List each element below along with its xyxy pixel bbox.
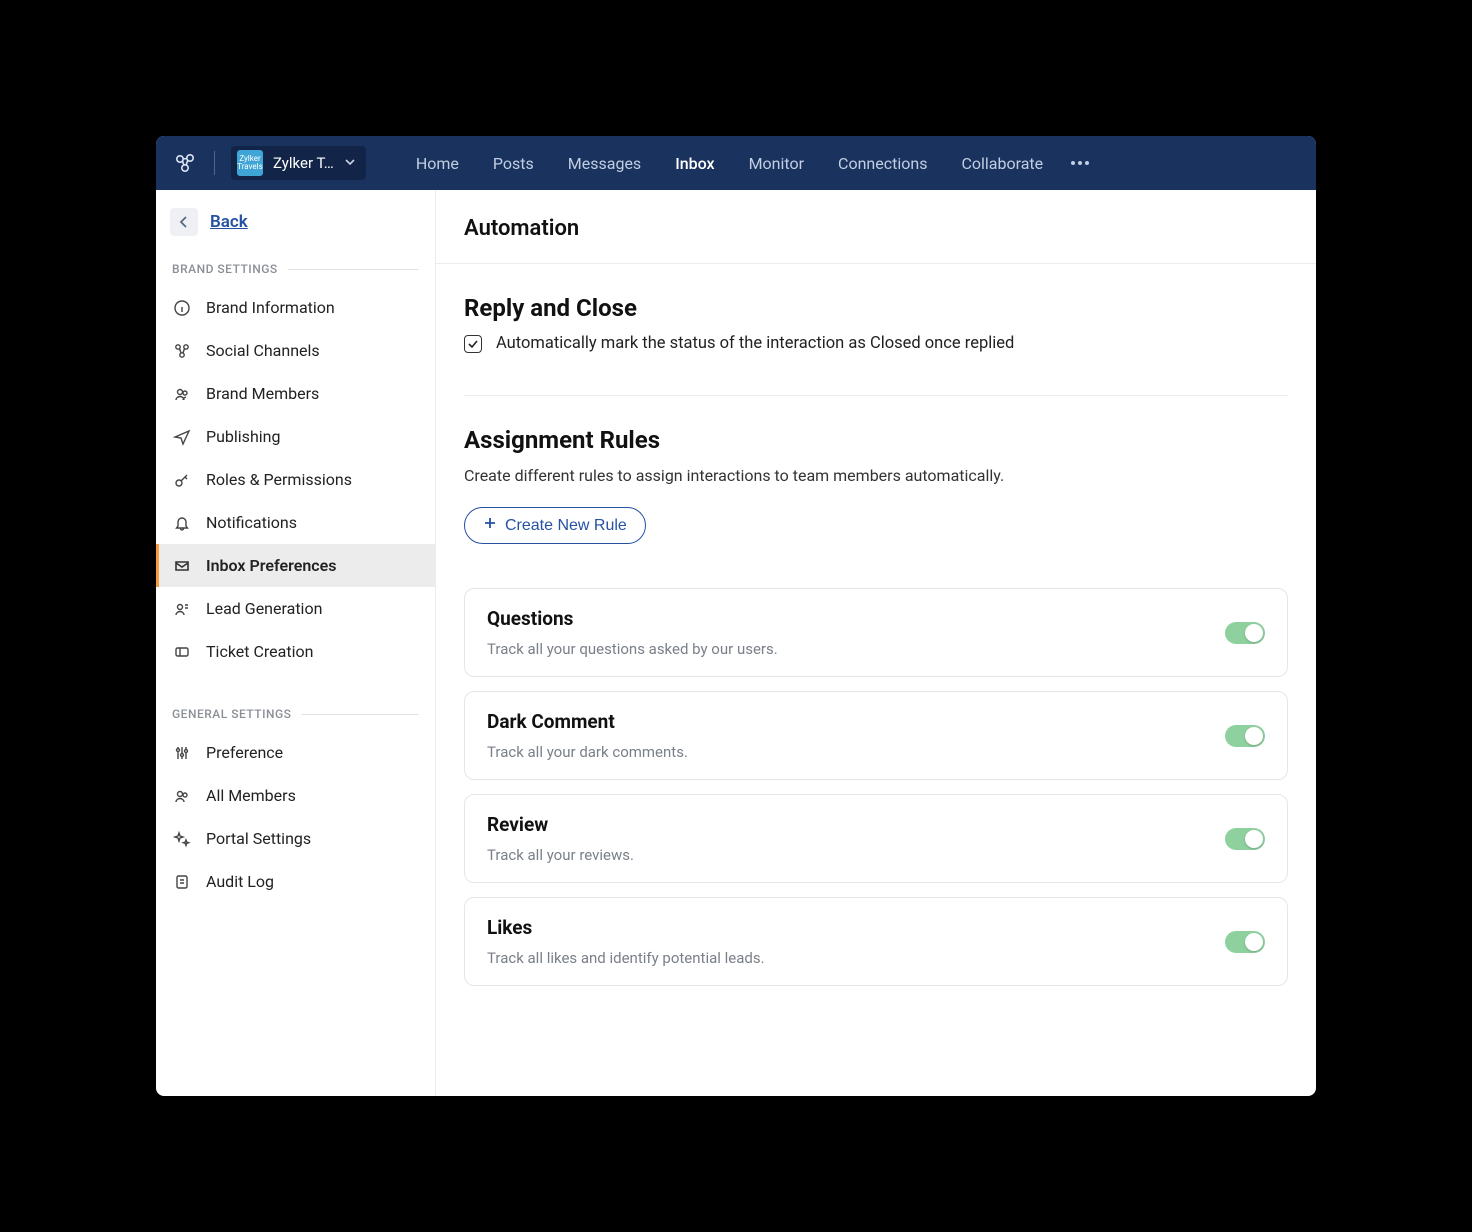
rule-title: Questions xyxy=(487,607,778,630)
reply-close-desc: Automatically mark the status of the int… xyxy=(496,334,1014,353)
rule-title: Dark Comment xyxy=(487,710,688,733)
sidebar-item-brand-members[interactable]: Brand Members xyxy=(156,372,435,415)
nav-messages[interactable]: Messages xyxy=(568,154,641,173)
rule-card-questions: Questions Track all your questions asked… xyxy=(464,588,1288,677)
log-icon xyxy=(172,873,192,891)
sidebar-item-label: Lead Generation xyxy=(206,599,322,618)
sidebar-item-all-members[interactable]: All Members xyxy=(156,774,435,817)
sidebar-item-label: Audit Log xyxy=(206,872,274,891)
send-icon xyxy=(172,428,192,446)
create-new-rule-label: Create New Rule xyxy=(505,517,627,535)
rule-title: Likes xyxy=(487,916,765,939)
topbar-divider xyxy=(214,151,215,175)
sidebar-item-label: Publishing xyxy=(206,427,280,446)
section-label-general: GENERAL SETTINGS xyxy=(156,695,435,731)
sidebar-item-ticket-creation[interactable]: Ticket Creation xyxy=(156,630,435,673)
sidebar-item-label: Roles & Permissions xyxy=(206,470,352,489)
nav-monitor[interactable]: Monitor xyxy=(749,154,804,173)
sidebar-item-label: Portal Settings xyxy=(206,829,311,848)
create-new-rule-button[interactable]: Create New Rule xyxy=(464,507,646,544)
more-icon[interactable] xyxy=(1071,161,1089,165)
nav-collaborate[interactable]: Collaborate xyxy=(961,154,1043,173)
sidebar-item-lead-generation[interactable]: Lead Generation xyxy=(156,587,435,630)
sidebar-item-brand-information[interactable]: Brand Information xyxy=(156,286,435,329)
members-icon xyxy=(172,385,192,403)
assignment-rules-section: Assignment Rules Create different rules … xyxy=(436,396,1316,574)
back-link[interactable]: Back xyxy=(210,212,248,232)
rule-toggle-questions[interactable] xyxy=(1225,622,1265,644)
sidebar-item-audit-log[interactable]: Audit Log xyxy=(156,860,435,903)
lead-icon xyxy=(172,600,192,618)
rule-toggle-review[interactable] xyxy=(1225,828,1265,850)
sliders-icon xyxy=(172,744,192,762)
brand-name: Zylker T… xyxy=(273,154,334,172)
sidebar: Back BRAND SETTINGS Brand Information So… xyxy=(156,190,436,1096)
rule-desc: Track all likes and identify potential l… xyxy=(487,949,765,967)
back-row: Back xyxy=(156,208,435,250)
sidebar-item-label: Ticket Creation xyxy=(206,642,313,661)
nav-home[interactable]: Home xyxy=(416,154,459,173)
nav-connections[interactable]: Connections xyxy=(838,154,927,173)
sidebar-item-label: Inbox Preferences xyxy=(206,556,336,575)
sidebar-item-label: All Members xyxy=(206,786,296,805)
channels-icon xyxy=(172,342,192,360)
plus-icon xyxy=(483,516,497,535)
main-nav: Home Posts Messages Inbox Monitor Connec… xyxy=(416,154,1043,173)
page-title: Automation xyxy=(436,190,1316,264)
app-frame: ZylkerTravels Zylker T… Home Posts Messa… xyxy=(156,136,1316,1096)
sidebar-item-inbox-preferences[interactable]: Inbox Preferences xyxy=(156,544,435,587)
rule-desc: Track all your reviews. xyxy=(487,846,634,864)
body: Back BRAND SETTINGS Brand Information So… xyxy=(156,190,1316,1096)
app-logo-icon xyxy=(172,150,198,176)
rule-card-dark-comment: Dark Comment Track all your dark comment… xyxy=(464,691,1288,780)
rule-card-review: Review Track all your reviews. xyxy=(464,794,1288,883)
sidebar-item-notifications[interactable]: Notifications xyxy=(156,501,435,544)
inbox-icon xyxy=(172,557,192,575)
rule-toggle-likes[interactable] xyxy=(1225,931,1265,953)
members-icon xyxy=(172,787,192,805)
nav-inbox[interactable]: Inbox xyxy=(675,154,714,173)
key-icon xyxy=(172,471,192,489)
sidebar-item-label: Social Channels xyxy=(206,341,320,360)
chevron-down-icon xyxy=(344,154,356,172)
back-arrow-icon[interactable] xyxy=(170,208,198,236)
ticket-icon xyxy=(172,643,192,661)
sidebar-item-label: Preference xyxy=(206,743,283,762)
sidebar-item-preference[interactable]: Preference xyxy=(156,731,435,774)
sidebar-item-label: Brand Information xyxy=(206,298,335,317)
sidebar-item-social-channels[interactable]: Social Channels xyxy=(156,329,435,372)
sidebar-item-portal-settings[interactable]: Portal Settings xyxy=(156,817,435,860)
assignment-rules-title: Assignment Rules xyxy=(464,426,1288,454)
sidebar-item-label: Brand Members xyxy=(206,384,319,403)
sidebar-item-label: Notifications xyxy=(206,513,297,532)
reply-close-title: Reply and Close xyxy=(464,294,1288,322)
sidebar-item-roles-permissions[interactable]: Roles & Permissions xyxy=(156,458,435,501)
sparkle-icon xyxy=(172,830,192,848)
info-icon xyxy=(172,299,192,317)
main-content: Automation Reply and Close Automatically… xyxy=(436,190,1316,1096)
sidebar-item-publishing[interactable]: Publishing xyxy=(156,415,435,458)
reply-close-section: Reply and Close Automatically mark the s… xyxy=(436,264,1316,363)
nav-posts[interactable]: Posts xyxy=(493,154,534,173)
topbar: ZylkerTravels Zylker T… Home Posts Messa… xyxy=(156,136,1316,190)
bell-icon xyxy=(172,514,192,532)
rule-toggle-dark-comment[interactable] xyxy=(1225,725,1265,747)
brand-switcher[interactable]: ZylkerTravels Zylker T… xyxy=(231,146,366,180)
rule-desc: Track all your questions asked by our us… xyxy=(487,640,778,658)
rule-title: Review xyxy=(487,813,634,836)
section-label-brand: BRAND SETTINGS xyxy=(156,250,435,286)
assignment-rules-desc: Create different rules to assign interac… xyxy=(464,466,1288,485)
brand-logo-icon: ZylkerTravels xyxy=(237,150,263,176)
reply-close-checkbox[interactable] xyxy=(464,335,482,353)
rule-card-likes: Likes Track all likes and identify poten… xyxy=(464,897,1288,986)
rule-desc: Track all your dark comments. xyxy=(487,743,688,761)
